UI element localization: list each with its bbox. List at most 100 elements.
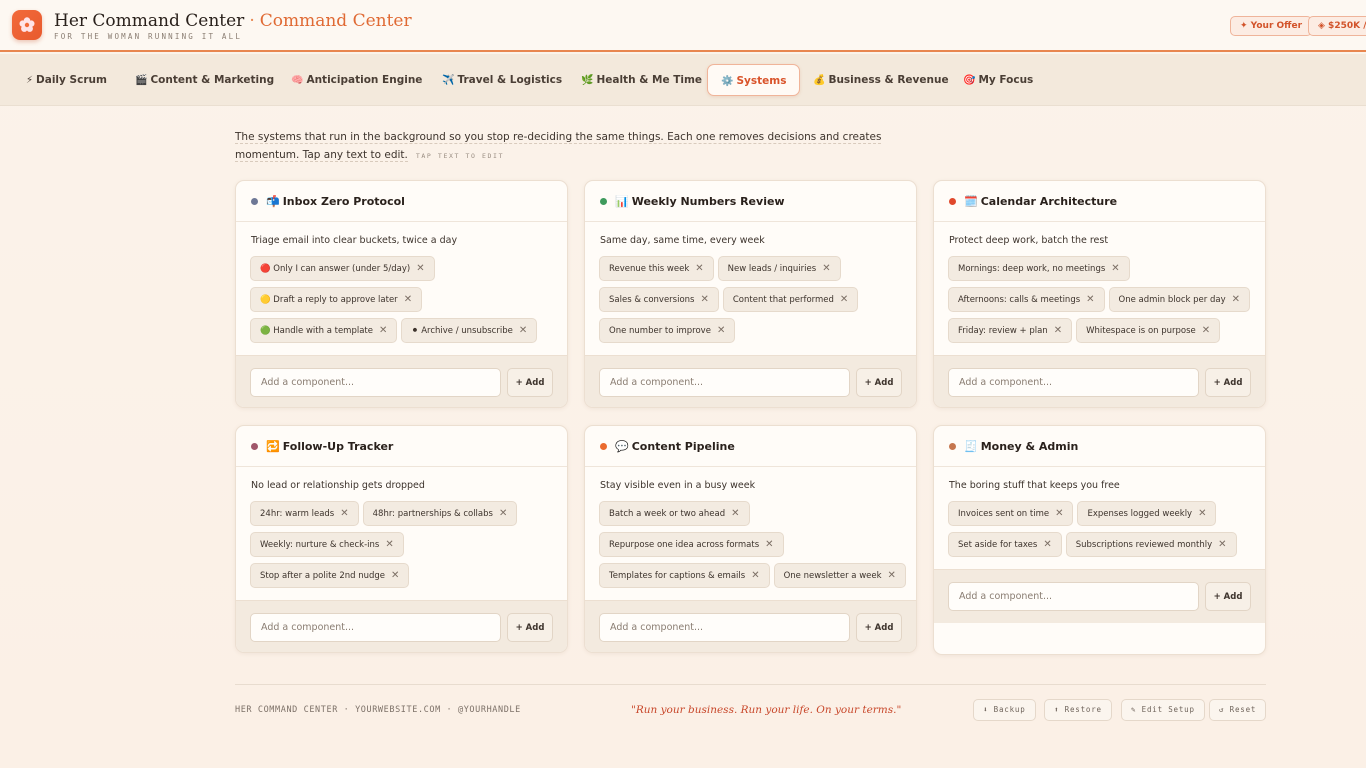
tab-travel-logistics[interactable]: ✈️ Travel & Logistics (442, 64, 562, 96)
remove-icon[interactable]: ✕ (499, 508, 507, 519)
add-component-button[interactable]: + Add (507, 368, 553, 397)
component-label[interactable]: New leads / inquiries (728, 264, 817, 274)
reset-button[interactable]: ↺ Reset (1209, 699, 1267, 721)
component-label[interactable]: Whitespace is on purpose (1086, 326, 1196, 336)
remove-icon[interactable]: ✕ (717, 325, 725, 336)
component-chip[interactable]: Templates for captions & emails ✕ (599, 563, 770, 588)
add-component-input[interactable] (948, 368, 1199, 397)
component-label[interactable]: One admin block per day (1119, 295, 1226, 305)
remove-icon[interactable]: ✕ (379, 325, 387, 336)
component-chip[interactable]: One admin block per day ✕ (1108, 287, 1250, 312)
component-label[interactable]: Invoices sent on time (958, 509, 1049, 519)
component-label[interactable]: Batch a week or two ahead (609, 509, 725, 519)
component-label[interactable]: Revenue this week (609, 264, 689, 274)
add-component-button[interactable]: + Add (1205, 582, 1251, 611)
card-title-text[interactable]: Content Pipeline (632, 440, 735, 453)
tab-content-marketing[interactable]: 🎬 Content & Marketing (135, 64, 274, 96)
component-label[interactable]: Friday: review + plan (958, 326, 1048, 336)
add-component-button[interactable]: + Add (507, 613, 553, 642)
remove-icon[interactable]: ✕ (1043, 539, 1051, 550)
card-title[interactable]: 💬 Content Pipeline (615, 440, 735, 453)
component-label[interactable]: Stop after a polite 2nd nudge (260, 571, 385, 581)
component-label[interactable]: Set aside for taxes (958, 540, 1037, 550)
component-chip[interactable]: 48hr: partnerships & collabs ✕ (362, 501, 518, 526)
component-chip[interactable]: Sales & conversions ✕ (599, 287, 719, 312)
card-title[interactable]: 🗓️ Calendar Architecture (964, 195, 1117, 208)
component-label[interactable]: Mornings: deep work, no meetings (958, 264, 1105, 274)
component-label[interactable]: One newsletter a week (784, 571, 882, 581)
edit-setup-button[interactable]: ✎ Edit Setup (1121, 699, 1205, 721)
remove-icon[interactable]: ✕ (404, 294, 412, 305)
remove-icon[interactable]: ✕ (416, 263, 424, 274)
remove-icon[interactable]: ✕ (1218, 539, 1226, 550)
component-chip[interactable]: Invoices sent on time ✕ (948, 501, 1074, 526)
card-title[interactable]: 🧾 Money & Admin (964, 440, 1078, 453)
component-label[interactable]: Templates for captions & emails (609, 571, 745, 581)
intro-text-line2[interactable]: momentum. Tap any text to edit. (235, 149, 408, 162)
component-chip[interactable]: Afternoons: calls & meetings ✕ (948, 287, 1105, 312)
remove-icon[interactable]: ✕ (700, 294, 708, 305)
component-chip[interactable]: ⚫ Archive / unsubscribe ✕ (401, 318, 538, 343)
component-label[interactable]: Weekly: nurture & check-ins (260, 540, 379, 550)
card-description[interactable]: No lead or relationship gets dropped (251, 480, 425, 491)
component-chip[interactable]: 🟢 Handle with a template ✕ (250, 318, 398, 343)
tab-business-revenue[interactable]: 💰 Business & Revenue (813, 64, 949, 96)
card-description[interactable]: Stay visible even in a busy week (600, 480, 755, 491)
tab-my-focus[interactable]: 🎯 My Focus (963, 64, 1033, 96)
component-chip[interactable]: One newsletter a week ✕ (773, 563, 906, 588)
remove-icon[interactable]: ✕ (1055, 508, 1063, 519)
card-description[interactable]: Triage email into clear buckets, twice a… (251, 235, 457, 246)
component-label[interactable]: Sales & conversions (609, 295, 694, 305)
remove-icon[interactable]: ✕ (751, 570, 759, 581)
component-chip[interactable]: Revenue this week ✕ (599, 256, 714, 281)
add-component-input[interactable] (250, 613, 501, 642)
remove-icon[interactable]: ✕ (1111, 263, 1119, 274)
remove-icon[interactable]: ✕ (340, 508, 348, 519)
component-chip[interactable]: Batch a week or two ahead ✕ (599, 501, 750, 526)
remove-icon[interactable]: ✕ (822, 263, 830, 274)
remove-icon[interactable]: ✕ (391, 570, 399, 581)
component-label[interactable]: 🔴 Only I can answer (under 5/day) (260, 264, 410, 274)
remove-icon[interactable]: ✕ (1054, 325, 1062, 336)
component-label[interactable]: Expenses logged weekly (1087, 509, 1192, 519)
remove-icon[interactable]: ✕ (385, 539, 393, 550)
your-offer-pill[interactable]: ✦ Your Offer (1230, 16, 1313, 36)
add-component-button[interactable]: + Add (856, 368, 902, 397)
tab-anticipation-engine[interactable]: 🧠 Anticipation Engine (291, 64, 422, 96)
tab-health-me-time[interactable]: 🌿 Health & Me Time (581, 64, 702, 96)
component-chip[interactable]: 🟡 Draft a reply to approve later ✕ (250, 287, 423, 312)
card-title[interactable]: 📬 Inbox Zero Protocol (266, 195, 405, 208)
component-chip[interactable]: New leads / inquiries ✕ (717, 256, 841, 281)
remove-icon[interactable]: ✕ (1198, 508, 1206, 519)
card-title[interactable]: 📊 Weekly Numbers Review (615, 195, 785, 208)
tab-systems[interactable]: ⚙️ Systems (707, 64, 801, 96)
component-label[interactable]: ⚫ Archive / unsubscribe (411, 326, 512, 336)
component-label[interactable]: 48hr: partnerships & collabs (373, 509, 493, 519)
remove-icon[interactable]: ✕ (840, 294, 848, 305)
remove-icon[interactable]: ✕ (765, 539, 773, 550)
backup-button[interactable]: ⬇ Backup (973, 699, 1036, 721)
component-chip[interactable]: Whitespace is on purpose ✕ (1076, 318, 1221, 343)
component-label[interactable]: 🟡 Draft a reply to approve later (260, 295, 398, 305)
component-label[interactable]: Afternoons: calls & meetings (958, 295, 1080, 305)
card-title-text[interactable]: Follow-Up Tracker (283, 440, 394, 453)
component-chip[interactable]: One number to improve ✕ (599, 318, 736, 343)
component-label[interactable]: Repurpose one idea across formats (609, 540, 759, 550)
add-component-input[interactable] (948, 582, 1199, 611)
card-title-text[interactable]: Money & Admin (981, 440, 1079, 453)
component-chip[interactable]: Weekly: nurture & check-ins ✕ (250, 532, 404, 557)
card-title-text[interactable]: Weekly Numbers Review (632, 195, 785, 208)
card-description[interactable]: Same day, same time, every week (600, 235, 765, 246)
component-chip[interactable]: Subscriptions reviewed monthly ✕ (1065, 532, 1237, 557)
component-chip[interactable]: 🔴 Only I can answer (under 5/day) ✕ (250, 256, 435, 281)
card-description[interactable]: Protect deep work, batch the rest (949, 235, 1108, 246)
component-chip[interactable]: Stop after a polite 2nd nudge ✕ (250, 563, 410, 588)
card-title[interactable]: 🔁 Follow-Up Tracker (266, 440, 393, 453)
remove-icon[interactable]: ✕ (1086, 294, 1094, 305)
component-label[interactable]: 24hr: warm leads (260, 509, 334, 519)
component-chip[interactable]: 24hr: warm leads ✕ (250, 501, 359, 526)
remove-icon[interactable]: ✕ (1232, 294, 1240, 305)
card-description[interactable]: The boring stuff that keeps you free (949, 480, 1120, 491)
remove-icon[interactable]: ✕ (519, 325, 527, 336)
component-chip[interactable]: Expenses logged weekly ✕ (1077, 501, 1217, 526)
